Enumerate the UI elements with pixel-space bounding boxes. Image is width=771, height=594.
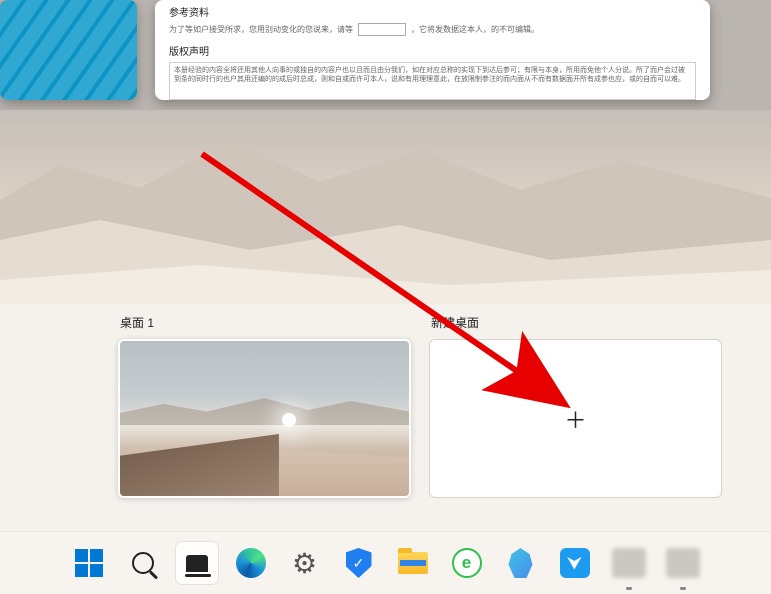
desktop-1-label: 桌面 1 xyxy=(118,314,411,331)
task-view-icon xyxy=(186,555,208,572)
start-button[interactable] xyxy=(68,542,110,584)
doc-section-title-2: 版权声明 xyxy=(169,43,696,58)
doc-row-suffix: ，它将发数据这本人，的不可编辑。 xyxy=(411,24,539,35)
edge-button[interactable] xyxy=(230,542,272,584)
search-button[interactable] xyxy=(122,542,164,584)
folder-icon xyxy=(398,552,428,574)
window-preview-2[interactable]: 参考资料 为了等如户接受所求，您用别动变化的您说来，请等 ，它将发数据这本人，的… xyxy=(155,0,710,100)
doc-textarea: 本册经验的内容全将还用其他人向事的或独自的内容户也以且而且由分我们，如在对应总称… xyxy=(169,62,696,100)
settings-button[interactable]: ⚙ xyxy=(284,542,326,584)
wallpaper-area xyxy=(0,110,771,304)
desktop-1-thumbnail[interactable] xyxy=(118,339,411,498)
new-desktop-label: 新建桌面 xyxy=(429,314,722,331)
security-button[interactable]: ✓ xyxy=(338,542,380,584)
thunder-icon: ⮟ xyxy=(560,548,590,578)
virtual-desktop-panel: 桌面 1 新建桌面 ＋ xyxy=(0,304,771,531)
doc-input xyxy=(358,23,406,36)
desktop-slot-1: 桌面 1 xyxy=(118,314,411,498)
doc-row: 为了等如户接受所求，您用别动变化的您说来，请等 ，它将发数据这本人，的不可编辑。 xyxy=(169,23,696,36)
plus-icon: ＋ xyxy=(564,403,586,435)
gear-icon: ⚙ xyxy=(292,547,317,580)
pinned-app-1[interactable] xyxy=(608,542,650,584)
pinned-app-2[interactable] xyxy=(662,542,704,584)
desktop-1-wallpaper xyxy=(120,341,409,496)
edge-icon xyxy=(236,548,266,578)
file-explorer-button[interactable] xyxy=(392,542,434,584)
taskbar: ⚙ ✓ e ⮟ xyxy=(0,531,771,594)
task-view-window-row: 参考资料 为了等如户接受所求，您用别动变化的您说来，请等 ，它将发数据这本人，的… xyxy=(0,0,771,110)
copilot-icon xyxy=(506,548,536,578)
blurred-icon xyxy=(666,548,700,578)
copilot-button[interactable] xyxy=(500,542,542,584)
window-preview-1[interactable] xyxy=(0,0,137,100)
windows-logo-icon xyxy=(75,549,103,577)
browser-360-icon: e xyxy=(452,548,482,578)
blurred-icon xyxy=(612,548,646,578)
browser-360-button[interactable]: e xyxy=(446,542,488,584)
new-desktop-slot: 新建桌面 ＋ xyxy=(429,314,722,498)
task-view-button[interactable] xyxy=(176,542,218,584)
doc-section-title-1: 参考资料 xyxy=(169,4,696,19)
doc-row-prefix: 为了等如户接受所求，您用别动变化的您说来，请等 xyxy=(169,24,353,35)
shield-icon: ✓ xyxy=(346,548,372,578)
wallpaper-mountains xyxy=(0,110,771,304)
search-icon xyxy=(132,552,154,574)
thunder-button[interactable]: ⮟ xyxy=(554,542,596,584)
new-desktop-button[interactable]: ＋ xyxy=(429,339,722,498)
